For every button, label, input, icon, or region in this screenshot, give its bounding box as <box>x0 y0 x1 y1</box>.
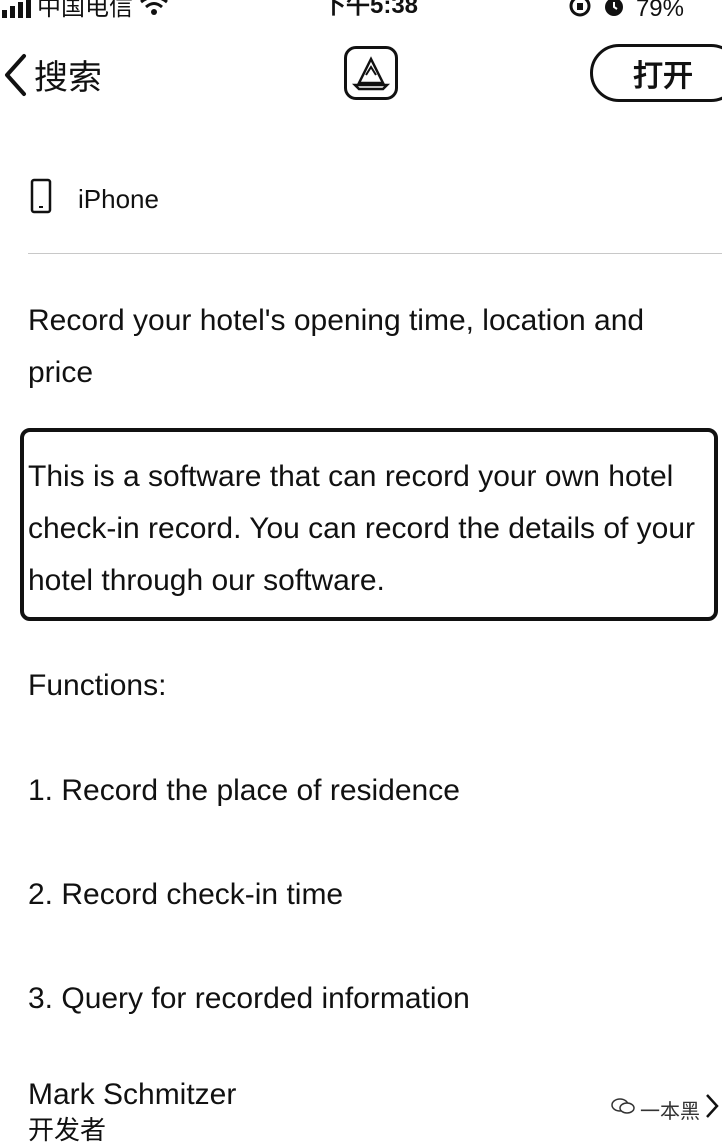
app-icon <box>344 46 398 100</box>
carrier-label: 中国电信 <box>37 0 133 21</box>
chevron-left-icon <box>2 53 28 97</box>
back-button[interactable]: 搜索 <box>2 50 102 99</box>
chevron-right-icon <box>704 1092 720 1126</box>
developer-name: Mark Schmitzer <box>28 1078 237 1111</box>
back-label: 搜索 <box>34 59 102 97</box>
wifi-icon <box>139 0 169 21</box>
app-subtitle: Record your hotel's opening time, locati… <box>28 304 645 389</box>
functions-heading: Functions: <box>28 669 167 702</box>
wechat-icon <box>610 1096 636 1122</box>
function-item: 3. Query for recorded information <box>28 982 470 1015</box>
signal-icon <box>2 0 31 18</box>
app-description: This is a software that can record your … <box>28 460 696 597</box>
device-row: iPhone <box>30 178 159 221</box>
device-label: iPhone <box>78 184 159 214</box>
watermark: 一本黑 <box>610 1092 720 1126</box>
open-button[interactable]: 打开 <box>590 44 722 102</box>
orientation-lock-icon <box>568 0 592 23</box>
phone-icon <box>30 178 52 221</box>
alarm-icon <box>602 0 626 23</box>
watermark-text: 一本黑 <box>640 1100 700 1123</box>
function-item: 1. Record the place of residence <box>28 774 460 807</box>
status-bar: 中国电信 下午5:38 79% <box>0 0 722 24</box>
status-left: 中国电信 <box>0 0 169 21</box>
function-item: 2. Record check-in time <box>28 878 344 911</box>
divider <box>28 253 722 254</box>
status-time: 下午5:38 <box>322 0 419 19</box>
status-right: 79% <box>568 0 684 23</box>
developer-role: 开发者 <box>28 1115 107 1145</box>
battery-percent: 79% <box>635 0 684 22</box>
developer-link[interactable]: Mark Schmitzer 开发者 <box>28 1076 236 1146</box>
nav-bar: 搜索 打开 <box>0 40 722 110</box>
